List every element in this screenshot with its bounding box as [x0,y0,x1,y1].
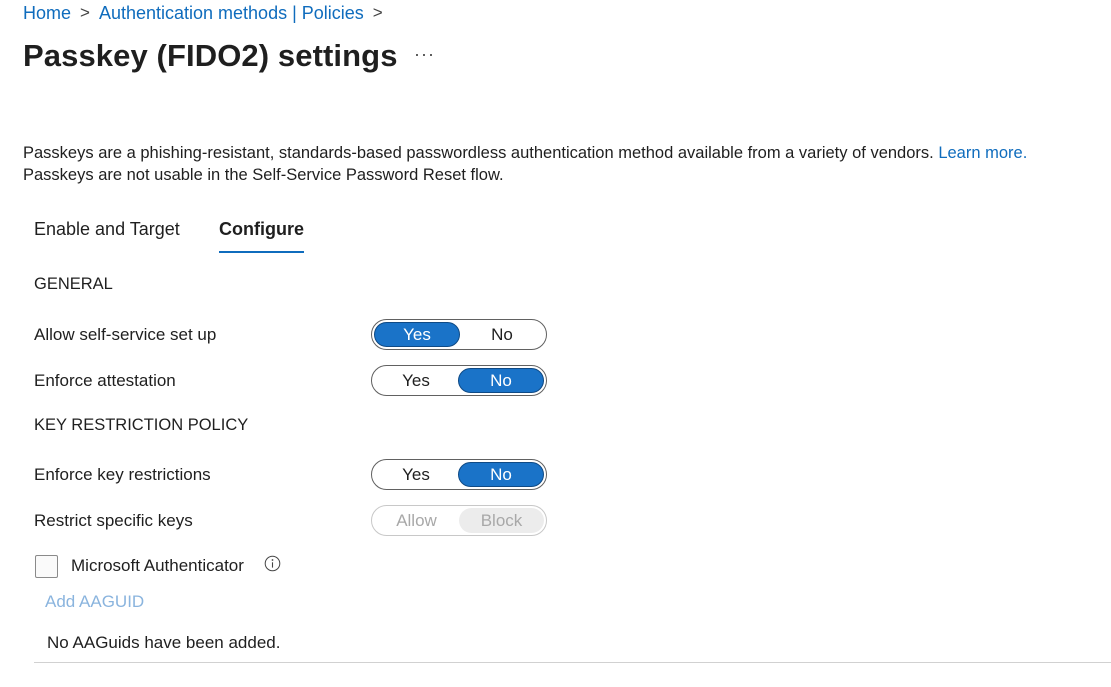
enforce-attestation-toggle[interactable]: Yes No [371,365,547,396]
description-text: Passkeys are a phishing-resistant, stand… [23,144,934,162]
allow-self-service-toggle[interactable]: Yes No [371,319,547,350]
breadcrumb-home-link[interactable]: Home [23,3,71,24]
learn-more-link[interactable]: Learn more. [938,144,1027,162]
enforce-attestation-yes[interactable]: Yes [374,368,458,393]
key-restriction-heading: KEY RESTRICTION POLICY [34,416,249,434]
restrict-specific-keys-allow: Allow [396,510,437,530]
restrict-specific-keys-toggle: Allow Block [371,505,547,536]
enforce-key-restrictions-toggle[interactable]: Yes No [371,459,547,490]
add-aaguid-link[interactable]: Add AAGUID [45,592,144,612]
info-icon[interactable] [264,555,281,572]
breadcrumb: Home > Authentication methods | Policies… [23,2,392,24]
chevron-right-icon: > [372,3,383,22]
enforce-attestation-no[interactable]: No [458,368,544,393]
allow-self-service-label: Allow self-service set up [34,325,217,344]
empty-aaguid-message: No AAGuids have been added. [47,633,281,652]
page-title: Passkey (FIDO2) settings [23,38,398,73]
chevron-right-icon: > [80,3,90,22]
more-options-button[interactable]: ··· [414,44,435,65]
allow-self-service-yes[interactable]: Yes [374,322,460,347]
description-note: Passkeys are not usable in the Self-Serv… [23,166,504,184]
allow-self-service-no[interactable]: No [460,322,544,347]
enforce-key-restrictions-label: Enforce key restrictions [34,465,211,484]
general-section-heading: GENERAL [34,275,113,293]
enforce-key-restrictions-yes[interactable]: Yes [374,462,458,487]
enforce-attestation-label: Enforce attestation [34,371,176,390]
restrict-specific-keys-block: Block [459,508,544,533]
restrict-specific-keys-label: Restrict specific keys [34,511,193,530]
enforce-key-restrictions-no[interactable]: No [458,462,544,487]
page-description: Passkeys are a phishing-resistant, stand… [23,142,1103,186]
microsoft-authenticator-checkbox[interactable] [35,555,58,578]
active-tab-indicator [219,251,304,253]
tab-configure[interactable]: Configure [219,219,304,240]
divider [34,662,1111,663]
tab-enable-and-target[interactable]: Enable and Target [34,219,180,240]
breadcrumb-policies-link[interactable]: Authentication methods | Policies [99,3,364,24]
microsoft-authenticator-label: Microsoft Authenticator [71,556,244,575]
